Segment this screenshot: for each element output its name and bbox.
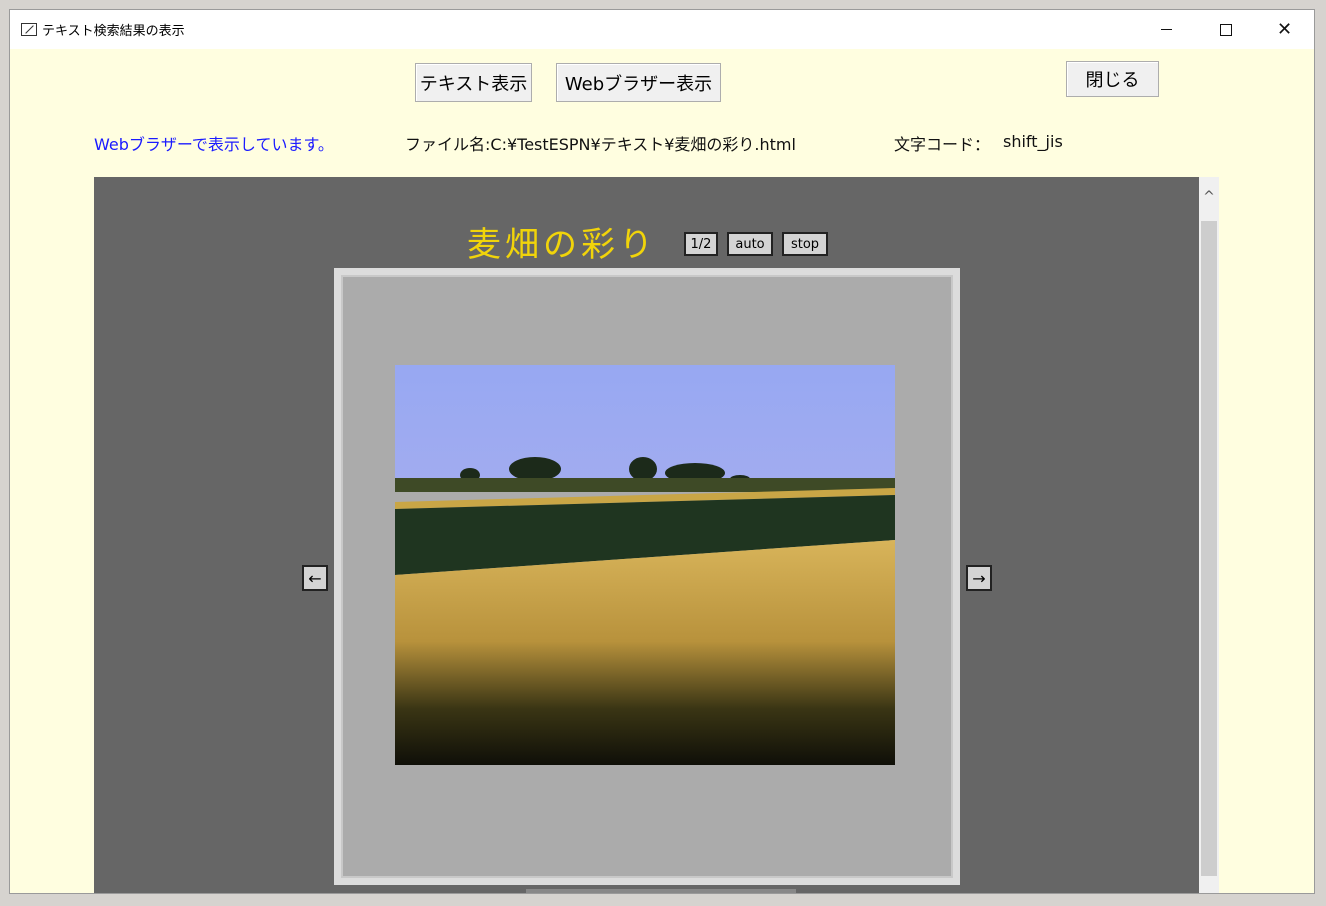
app-icon (21, 23, 37, 36)
stop-button[interactable]: stop (782, 232, 828, 256)
auto-button[interactable]: auto (727, 232, 773, 256)
title-bar: テキスト検索結果の表示 ✕ (10, 10, 1314, 49)
previous-arrow-button[interactable]: ← (302, 565, 328, 591)
file-name: ファイル名:C:¥TestESPN¥テキスト¥麦畑の彩り.html (405, 135, 796, 154)
wheat-field-photo (395, 365, 895, 765)
wheat-field-image (395, 365, 895, 765)
close-button[interactable]: 閉じる (1066, 61, 1159, 97)
horizontal-scroll-indicator[interactable] (526, 889, 796, 893)
window-title: テキスト検索結果の表示 (42, 24, 185, 39)
photo-frame-inner (341, 275, 953, 878)
minimize-button[interactable] (1137, 10, 1196, 49)
web-browser-view-button[interactable]: Webブラザー表示 (556, 63, 721, 102)
web-browser-view[interactable]: 麦畑の彩り 1/2 auto stop ← → ^ (94, 177, 1219, 893)
display-status: Webブラザーで表示しています。 (94, 135, 334, 154)
vertical-scrollbar[interactable]: ^ (1199, 177, 1219, 893)
photo-frame (334, 268, 960, 885)
maximize-icon (1219, 23, 1232, 36)
app-window: テキスト検索結果の表示 ✕ テキスト表示 Webブラザー表示 閉じる Webブラ… (9, 9, 1315, 894)
close-icon: ✕ (1276, 18, 1293, 40)
minimize-icon (1161, 29, 1172, 30)
window-controls: ✕ (1137, 10, 1314, 49)
close-window-button[interactable]: ✕ (1255, 10, 1314, 49)
text-view-button[interactable]: テキスト表示 (415, 63, 532, 102)
page-title: 麦畑の彩り (467, 225, 657, 265)
scroll-up-icon[interactable]: ^ (1199, 177, 1219, 217)
maximize-button[interactable] (1196, 10, 1255, 49)
slide-counter: 1/2 (684, 232, 718, 256)
encoding-value: shift_jis (1003, 132, 1063, 151)
encoding-label: 文字コード： (894, 135, 991, 154)
next-arrow-button[interactable]: → (966, 565, 992, 591)
scroll-thumb[interactable] (1201, 221, 1217, 876)
